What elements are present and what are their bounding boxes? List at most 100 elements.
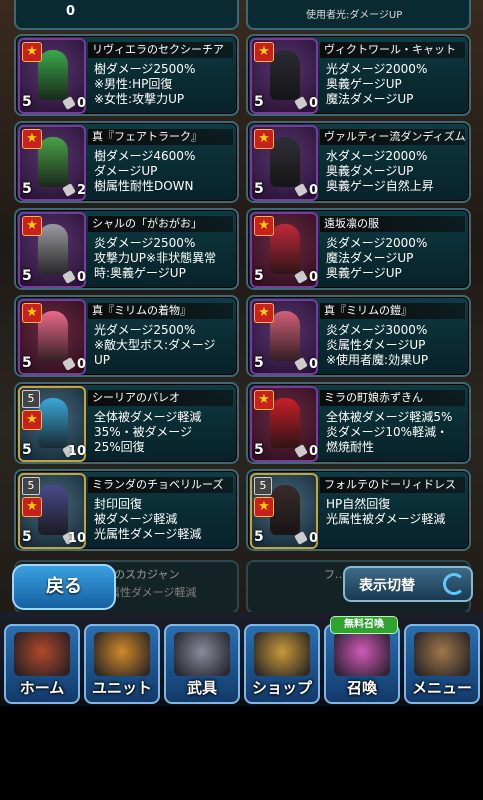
effect-line: ※男性:HP回復	[94, 77, 173, 91]
rarity-star-icon: ★	[254, 390, 274, 410]
equipment-art-icon	[38, 224, 68, 274]
rarity-level: 5	[22, 355, 32, 371]
effect-line: 奥義ダメージUP	[326, 164, 414, 178]
free-summon-badge: 無料召喚	[330, 616, 398, 634]
equipment-card[interactable]: 5 ★ 5 0 フォルテのドーリィドレス HP自然回復 光属性被ダメージ軽減	[246, 469, 471, 551]
equipment-card[interactable]: ★ 5 0 真『ミリムの鎧』炎ダメージ3000% 炎属性ダメージUP ※使用者魔:効果UP	[246, 295, 471, 377]
equipment-art-icon	[270, 137, 300, 187]
equipment-effects: 光ダメージ2500% ※敵大型ボス:ダメージ UP	[94, 323, 233, 368]
equipment-art-icon	[270, 485, 300, 535]
effect-line: ※使用者魔:効果UP	[326, 353, 429, 367]
equipment-effects: 封印回復 被ダメージ軽減 光属性ダメージ軽減	[94, 497, 233, 542]
equipment-thumbnail: ★ 5 0	[250, 299, 318, 375]
effect-line: 魔法ダメージUP	[326, 251, 414, 265]
effect-line: 奥義ゲージUP	[326, 77, 402, 91]
nav-equipment-button[interactable]: 武具	[164, 624, 240, 704]
equipment-name: シーリアのパレオ	[88, 390, 233, 406]
rarity-star-icon: ★	[22, 410, 42, 430]
unit-icon	[94, 632, 150, 676]
equipment-card[interactable]: 5 ★ 5 10 ミランダのチョベリルーズ 封印回復 被ダメージ軽減 光属性ダメージ軽減	[14, 469, 239, 551]
equipment-card[interactable]: ★ 5 0 真『ミリムの着物』 光ダメージ2500% ※敵大型ボス:ダメージ UP	[14, 295, 239, 377]
equipment-name: 真『ミリムの鎧』	[320, 303, 465, 319]
enhance-count: 0	[76, 357, 86, 372]
equipment-name: ミラの町娘赤ずきん	[320, 390, 465, 406]
equipment-art-icon	[38, 50, 68, 100]
equipment-card[interactable]: ★ 5 0 シャルの「がおがお」 炎ダメージ2500% 攻撃力UP※非状態異常 時:奥義ゲー…	[14, 208, 239, 290]
equipment-card[interactable]: ★ 5 0 ミラの町娘赤ずきん 全体被ダメージ軽減5% 炎ダメージ10%軽減・ 燃焼耐性	[246, 382, 471, 464]
partial-card-top-left[interactable]: 0	[14, 0, 239, 30]
nav-home-button[interactable]: ホーム	[4, 624, 80, 704]
rarity-level: 5	[254, 268, 264, 284]
rarity-star-icon: ★	[254, 42, 274, 62]
equipment-art-icon	[270, 398, 300, 448]
effect-line: 樹属性耐性DOWN	[94, 179, 194, 193]
nav-label: 召喚	[346, 679, 377, 697]
effect-line: 奥義ゲージ自然上昇	[326, 179, 434, 193]
nav-summon-button[interactable]: 召喚	[324, 624, 400, 704]
rarity-star-icon: ★	[254, 497, 274, 517]
effect-line: 全体被ダメージ軽減5%	[326, 410, 453, 424]
equipment-effects: 炎ダメージ2000% 魔法ダメージUP 奥義ゲージUP	[326, 236, 465, 281]
effect-line: 光属性被ダメージ軽減	[326, 512, 446, 526]
effect-line: 時:奥義ゲージUP	[94, 266, 186, 280]
effect-line: 光ダメージ2000%	[326, 62, 428, 76]
display-toggle-button[interactable]: 表示切替	[343, 566, 473, 602]
rarity-star-icon: ★	[22, 303, 42, 323]
equipment-art-icon	[270, 224, 300, 274]
effect-line: ダメージUP	[94, 164, 158, 178]
equipment-name: 真『フェアトラーク』	[88, 129, 233, 145]
nav-label: ホーム	[19, 679, 65, 697]
rarity-star-icon: ★	[22, 42, 42, 62]
equipment-card[interactable]: ★ 5 0 遠坂凛の服 炎ダメージ2000% 魔法ダメージUP 奥義ゲージUP	[246, 208, 471, 290]
equipment-thumbnail: ★ 5 0	[18, 212, 86, 288]
effect-line: 25%回復	[94, 440, 145, 454]
equipment-art-icon	[38, 485, 68, 535]
equipment-card[interactable]: ★ 5 2 真『フェアトラーク』 樹ダメージ4600% ダメージUP 樹属性耐性DOWN	[14, 121, 239, 203]
cycle-icon	[443, 573, 465, 595]
enhance-count: 0	[308, 270, 318, 285]
equipment-thumbnail: ★ 5 0	[250, 386, 318, 462]
nav-menu-button[interactable]: メニュー	[404, 624, 480, 704]
effect-line: 魔法ダメージUP	[326, 92, 414, 106]
rarity-level: 5	[254, 181, 264, 197]
enhance-count: 0	[76, 270, 86, 285]
enhance-count: 2	[76, 183, 86, 198]
rarity-level: 5	[254, 442, 264, 458]
equipment-effects: 炎ダメージ3000% 炎属性ダメージUP ※使用者魔:効果UP	[326, 323, 465, 368]
effect-line: 攻撃力UP※非状態異常	[94, 251, 217, 265]
effect-line: 炎ダメージ2500%	[94, 236, 196, 250]
effect-line: UP	[94, 353, 111, 367]
back-button[interactable]: 戻る	[12, 564, 116, 610]
equipment-thumbnail: 5 ★ 5 0	[250, 473, 318, 549]
equipment-card[interactable]: ★ 5 0 ヴィクトワール・キャット 光ダメージ2000% 奥義ゲージUP 魔法ダメージUP	[246, 34, 471, 116]
effect-line: 光属性ダメージ軽減	[94, 527, 202, 541]
limit-level-badge: 5	[22, 390, 40, 408]
rarity-star-icon: ★	[254, 303, 274, 323]
effect-line: 樹ダメージ4600%	[94, 149, 196, 163]
equipment-thumbnail: ★ 5 0	[250, 125, 318, 201]
effect-line: 燃焼耐性	[326, 440, 375, 454]
sword-icon	[174, 632, 230, 676]
equipment-card[interactable]: 5 ★ 5 10 シーリアのパレオ 全体被ダメージ軽減 35%・被ダメージ 25%回復	[14, 382, 239, 464]
equipment-name: ミランダのチョベリルーズ	[88, 477, 233, 493]
partial-card-top-right[interactable]: 使用者光:ダメージUP	[246, 0, 471, 30]
equipment-art-icon	[38, 311, 68, 361]
nav-label: 武具	[186, 679, 217, 697]
equipment-card[interactable]: ★ 5 0 リヴィエラのセクシーチア 樹ダメージ2500% ※男性:HP回復 ※女性:攻撃力…	[14, 34, 239, 116]
rarity-star-icon: ★	[22, 129, 42, 149]
equipment-name: 遠坂凛の服	[320, 216, 465, 232]
effect-line: HP自然回復	[326, 497, 391, 511]
partial-count: 0	[66, 4, 76, 19]
nav-unit-button[interactable]: ユニット	[84, 624, 160, 704]
equipment-name: リヴィエラのセクシーチア	[88, 42, 233, 58]
effect-line: 35%・被ダメージ	[94, 425, 193, 439]
nav-shop-button[interactable]: ショップ	[244, 624, 320, 704]
enhance-count: 10	[67, 444, 86, 459]
equipment-card[interactable]: ★ 5 0 ヴァルティー流ダンディズム 水ダメージ2000% 奥義ダメージUP 奥義ゲージ自…	[246, 121, 471, 203]
effect-line: 水ダメージ2000%	[326, 149, 428, 163]
equipment-thumbnail: 5 ★ 5 10	[18, 473, 86, 549]
rarity-star-icon: ★	[22, 497, 42, 517]
rarity-level: 5	[254, 94, 264, 110]
equipment-thumbnail: ★ 5 0	[250, 212, 318, 288]
limit-level-badge: 5	[22, 477, 40, 495]
